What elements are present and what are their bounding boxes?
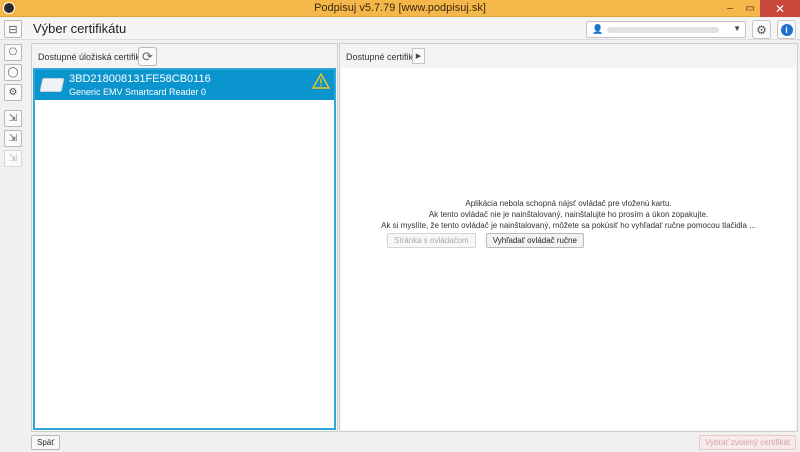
document-export-icon: ⇲ (8, 133, 18, 144)
user-select[interactable]: 👤 ▼ (586, 21, 746, 38)
minimize-button[interactable]: – (720, 0, 740, 17)
menu-toggle-button[interactable]: ⊟ (4, 20, 22, 38)
chevron-down-icon: ▼ (733, 24, 741, 33)
store-list: 3BD218008131FE58CB0116 Generic EMV Smart… (33, 68, 336, 430)
comment-icon: ◯ (7, 67, 19, 78)
side-toolbar: ⎔ ◯ ⚙ ⇲ ⇲ ⇲ (0, 41, 27, 431)
signature-tool-button[interactable]: ⚙ (4, 84, 22, 101)
window-title: Podpisuj v5.7.79 [www.podpisuj.sk] (314, 2, 486, 14)
footer-bar: Späť Vybrať zvolený certifikát (0, 433, 800, 452)
window-controls: – ▭ ✕ (720, 0, 800, 17)
driver-actions: Stránka s ovládačom Vyhľadať ovládač ruč… (387, 233, 584, 248)
app-header: ⊟ Výber certifikátu 👤 ▼ ⚙ i (0, 18, 800, 40)
info-icon: i (780, 23, 793, 36)
document-import-icon: ⇲ (8, 113, 18, 124)
message-line: Ak tento ovládač nie je nainštalovaný, n… (428, 210, 709, 219)
refresh-stores-button[interactable]: ⟳ (138, 47, 157, 66)
message-line: Aplikácia nebola schopná nájsť ovládač p… (465, 199, 672, 208)
title-bar: Podpisuj v5.7.79 [www.podpisuj.sk] – ▭ ✕ (0, 0, 800, 17)
chevron-right-icon: ▶ (415, 53, 422, 60)
store-name: 3BD218008131FE58CB0116 (69, 73, 211, 85)
menu-icon: ⊟ (8, 23, 18, 36)
maximize-button[interactable]: ▭ (740, 0, 760, 17)
close-button[interactable]: ✕ (760, 0, 800, 17)
attachment-tool-button[interactable]: ⎔ (4, 44, 22, 61)
certificates-area: Aplikácia nebola schopná nájsť ovládač p… (341, 68, 796, 430)
certificates-panel: Dostupné certifikáty ▶ Aplikácia nebola … (339, 43, 798, 432)
list-item[interactable]: 3BD218008131FE58CB0116 Generic EMV Smart… (35, 70, 334, 100)
warning-icon (312, 73, 330, 89)
import-tool-button-2[interactable]: ⇲ (4, 130, 22, 147)
comment-tool-button[interactable]: ◯ (4, 64, 22, 81)
store-reader: Generic EMV Smartcard Reader 0 (69, 87, 207, 97)
select-certificate-button[interactable]: Vybrať zvolený certifikát (699, 435, 796, 450)
user-icon: 👤 (592, 24, 604, 34)
find-driver-button[interactable]: Vyhľadať ovládač ručne (485, 233, 584, 248)
certificate-stores-panel: Dostupné úložiská certifikátov ⟳ 3BD2180… (31, 43, 338, 432)
back-button[interactable]: Späť (31, 435, 61, 450)
document-disabled-icon: ⇲ (8, 153, 18, 164)
driver-missing-message: Aplikácia nebola schopná nájsť ovládač p… (341, 198, 796, 231)
settings-button[interactable]: ⚙ (752, 20, 771, 39)
driver-page-button[interactable]: Stránka s ovládačom (387, 233, 476, 248)
card-reader-icon (39, 78, 65, 92)
certificates-panel-header: Dostupné certifikáty ▶ (340, 44, 797, 69)
user-select-value (607, 27, 719, 33)
stores-panel-header: Dostupné úložiská certifikátov ⟳ (32, 44, 337, 69)
import-tool-button-3[interactable]: ⇲ (4, 150, 22, 167)
settings-icon: ⚙ (756, 22, 767, 37)
info-button[interactable]: i (777, 20, 796, 39)
paperclip-icon: ⎔ (8, 47, 18, 58)
seal-icon: ⚙ (8, 87, 18, 98)
import-tool-button-1[interactable]: ⇲ (4, 110, 22, 127)
refresh-icon: ⟳ (142, 48, 153, 64)
expand-button[interactable]: ▶ (412, 48, 425, 64)
message-line: Ak si myslíte, že tento ovládač je nainš… (381, 221, 756, 230)
page-title: Výber certifikátu (33, 21, 127, 36)
